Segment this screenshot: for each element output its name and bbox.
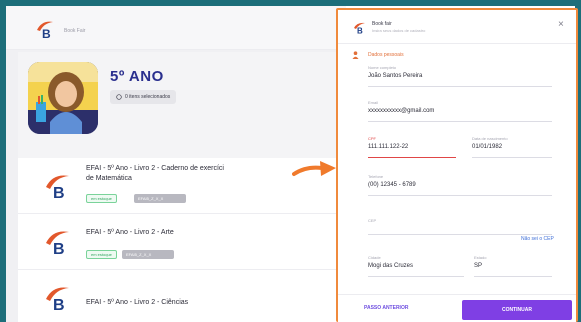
selected-items-label: 0 itens selecionados (125, 94, 171, 100)
book-code-badge: EFAI5_Z_X_X (134, 194, 186, 203)
book-logo-icon: B (42, 282, 72, 312)
email-field[interactable]: Email xxxxxxxxxxx@gmail.com (368, 100, 552, 114)
selected-items-chip: 0 itens selecionados (110, 90, 177, 104)
stock-status-badge: em estoque (86, 194, 117, 203)
cep-label: CEP (368, 218, 377, 223)
list-item[interactable]: B EFAI - 5º Ano - Livro 2 - Arte em esto… (18, 214, 346, 270)
registration-panel: B Book fair Insira seus dados de cadastr… (336, 8, 578, 322)
email-label: Email (368, 100, 379, 105)
name-field[interactable]: Nome completo João Santos Pereira (368, 65, 552, 79)
book-title: EFAI - 5º Ano - Livro 2 - Arte (86, 229, 174, 236)
panel-subtitle: Insira seus dados de cadastro (372, 28, 426, 33)
divider (368, 276, 464, 277)
panel-footer: PASSO ANTERIOR CONTINUAR (338, 294, 576, 322)
city-label: Cidade (368, 255, 381, 260)
cart-icon (116, 94, 122, 100)
book-list: B EFAI - 5º Ano - Livro 2 - Caderno de e… (18, 158, 346, 322)
book-logo-icon: B (42, 226, 72, 256)
panel-title: Book fair (372, 21, 392, 27)
divider (368, 234, 552, 235)
birth-date-field[interactable]: Data de nascimento 01/01/1982 (472, 136, 552, 150)
divider (368, 86, 552, 87)
book-code-badge: EFAI5_Z_X_X (122, 250, 174, 259)
panel-logo-icon: B (352, 20, 366, 34)
svg-text:B: B (53, 297, 65, 312)
divider (474, 276, 552, 277)
city-value[interactable]: Mogi das Cruzes (368, 263, 464, 269)
email-value[interactable]: xxxxxxxxxxx@gmail.com (368, 108, 552, 114)
svg-text:B: B (357, 27, 363, 35)
divider (368, 121, 552, 122)
previous-step-button[interactable]: PASSO ANTERIOR (364, 305, 408, 311)
cpf-value[interactable]: 111.111.122-22 (368, 144, 456, 150)
phone-label: Telefone (368, 174, 384, 179)
divider (368, 157, 456, 158)
divider (368, 195, 552, 196)
pointer-arrow-icon (292, 158, 338, 180)
book-title: EFAI - 5º Ano - Livro 2 - Ciências (86, 299, 189, 306)
cpf-label: CPF (368, 136, 376, 141)
panel-header: B Book fair Insira seus dados de cadastr… (338, 10, 576, 44)
student-photo (28, 62, 98, 134)
state-label: Estado (474, 255, 487, 260)
svg-text:B: B (53, 241, 65, 256)
birth-date-value[interactable]: 01/01/1982 (472, 144, 552, 150)
list-item[interactable]: B EFAI - 5º Ano - Livro 2 - Ciências (18, 270, 346, 322)
name-value[interactable]: João Santos Pereira (368, 73, 552, 79)
svg-text:B: B (42, 27, 51, 40)
stock-status-badge: em estoque (86, 250, 117, 259)
brand-name: Book Fair (64, 28, 86, 34)
state-field[interactable]: Estado SP (474, 255, 552, 269)
cpf-field[interactable]: CPF 111.111.122-22 (368, 136, 456, 150)
name-label: Nome completo (368, 65, 397, 70)
svg-text:B: B (53, 185, 65, 200)
continue-button[interactable]: CONTINUAR (462, 300, 572, 320)
phone-value[interactable]: (00) 12345 - 6789 (368, 182, 552, 188)
unknown-cep-link[interactable]: Não sei o CEP (521, 236, 554, 242)
brand-logo-icon[interactable]: B (34, 18, 56, 40)
cep-field[interactable]: CEP (368, 218, 552, 223)
divider (472, 157, 552, 158)
top-bar: B Book Fair (6, 6, 346, 50)
city-field[interactable]: Cidade Mogi das Cruzes (368, 255, 464, 269)
state-value[interactable]: SP (474, 263, 552, 269)
book-logo-icon: B (42, 170, 72, 200)
close-icon[interactable]: × (558, 20, 564, 30)
phone-field[interactable]: Telefone (00) 12345 - 6789 (368, 174, 552, 188)
section-title: Dados pessoais (368, 52, 404, 58)
grade-title: 5º ANO (110, 68, 164, 85)
birth-date-label: Data de nascimento (472, 136, 508, 141)
person-icon (352, 51, 359, 59)
